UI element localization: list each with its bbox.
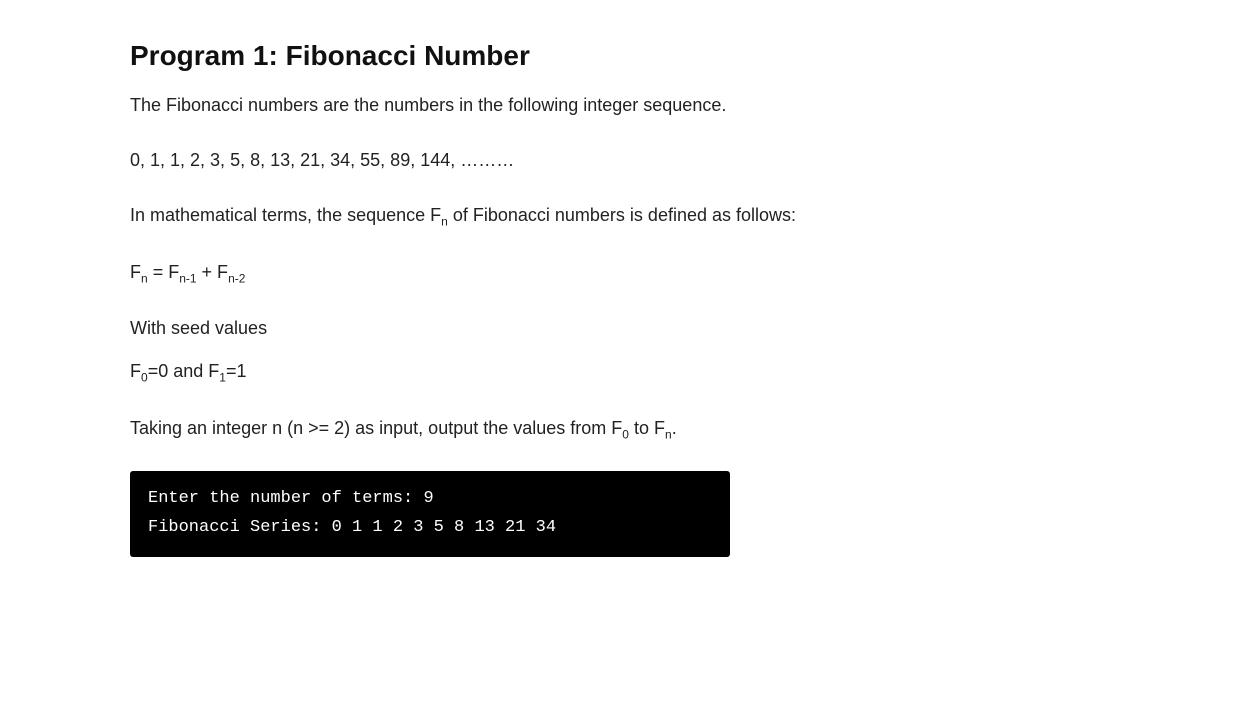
- input-desc-text: Taking an integer n (n >= 2) as input, o…: [130, 418, 677, 438]
- seed-label: With seed values: [130, 315, 1118, 342]
- input-description: Taking an integer n (n >= 2) as input, o…: [130, 415, 1118, 444]
- math-intro-text: In mathematical terms, the sequence Fn o…: [130, 205, 796, 225]
- formula-text: Fn = Fn-1 + Fn-2: [130, 262, 245, 282]
- seed-values: F0=0 and F1=1: [130, 358, 1118, 387]
- seed-values-text: F0=0 and F1=1: [130, 361, 246, 381]
- terminal-output: Enter the number of terms: 9 Fibonacci S…: [130, 471, 730, 557]
- formula-display: Fn = Fn-1 + Fn-2: [130, 259, 1118, 288]
- terminal-line-1: Enter the number of terms: 9: [148, 485, 712, 514]
- page-title: Program 1: Fibonacci Number: [130, 40, 1118, 72]
- intro-paragraph: The Fibonacci numbers are the numbers in…: [130, 92, 1118, 119]
- math-description: In mathematical terms, the sequence Fn o…: [130, 202, 1118, 231]
- terminal-line-2: Fibonacci Series: 0 1 1 2 3 5 8 13 21 34: [148, 514, 712, 543]
- sequence-display: 0, 1, 1, 2, 3, 5, 8, 13, 21, 34, 55, 89,…: [130, 147, 1118, 174]
